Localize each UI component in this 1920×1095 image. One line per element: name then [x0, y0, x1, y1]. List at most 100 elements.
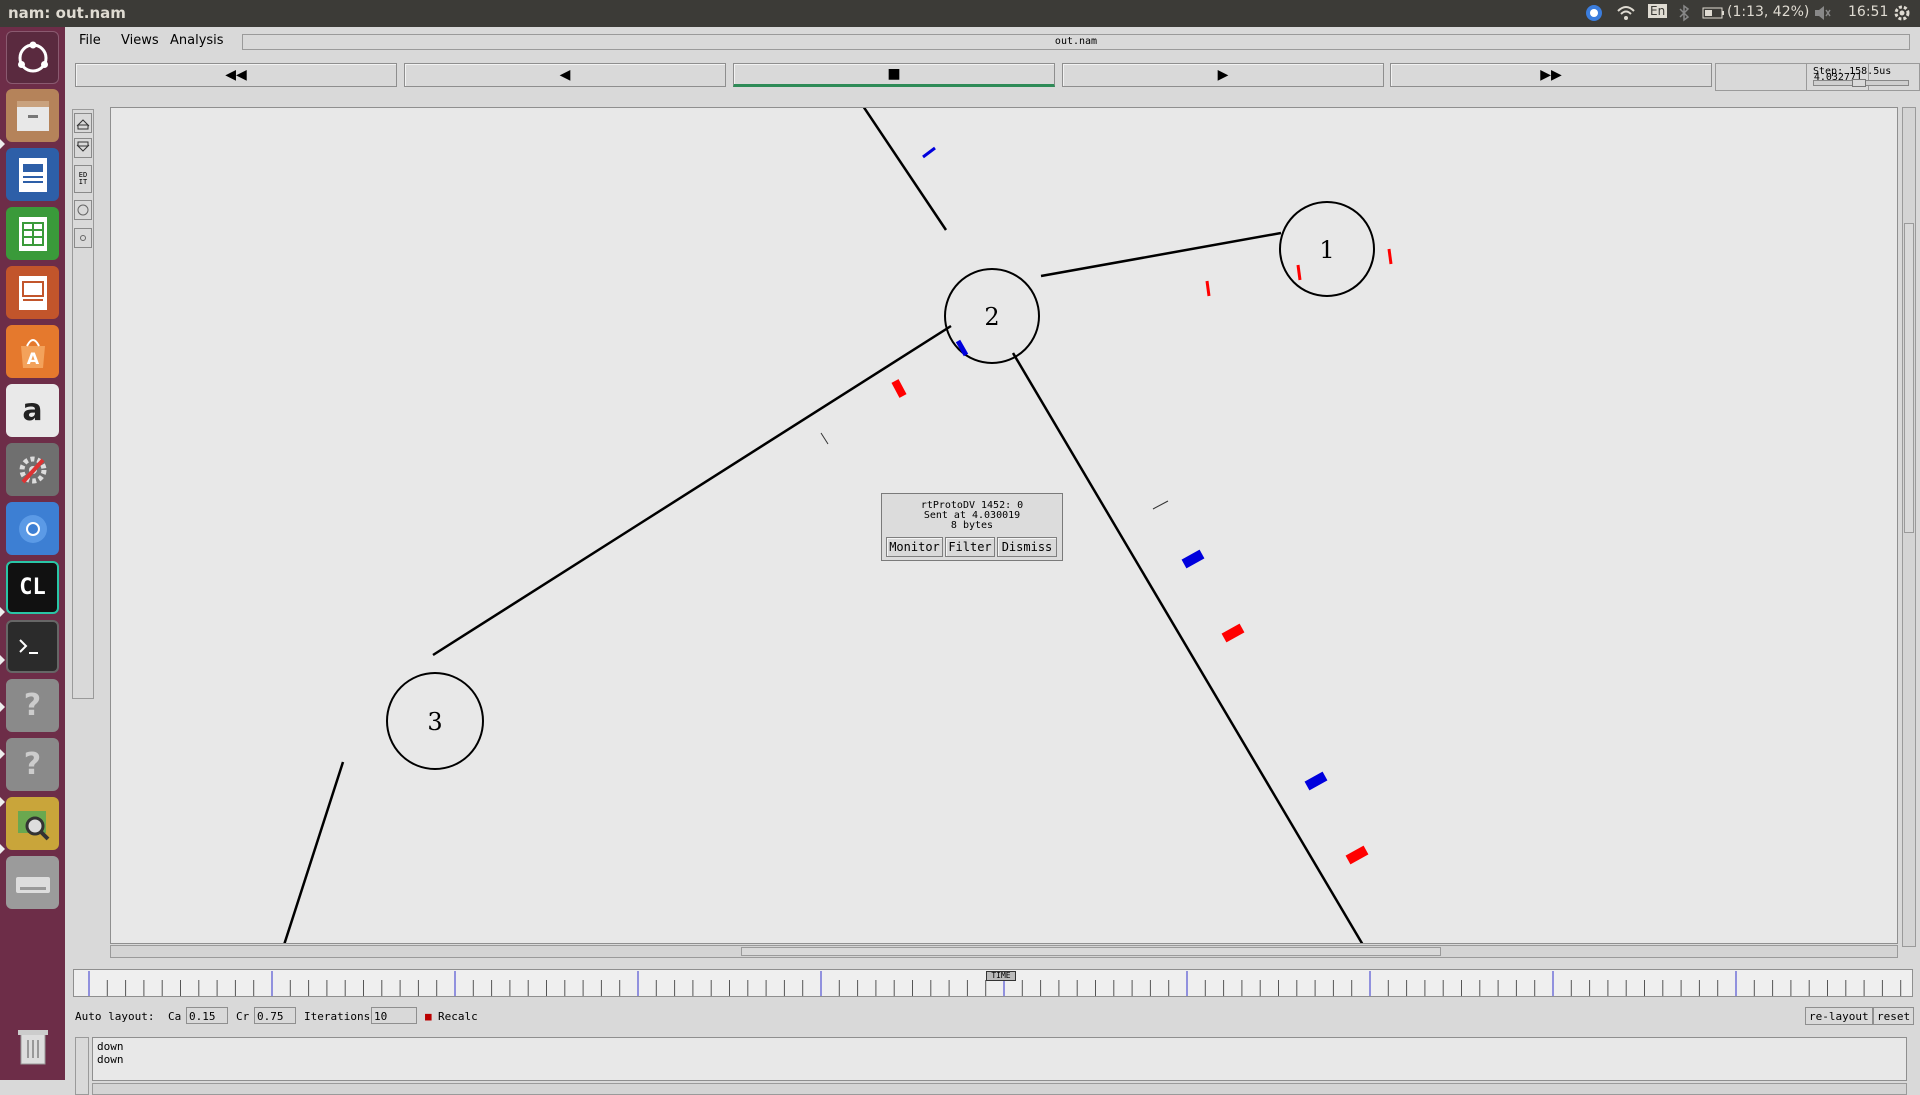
packet-blue[interactable] — [1304, 771, 1328, 791]
playback-controls: ◀◀ ◀ ■ ▶ ▶▶ 4.032771 Step: 158.5us — [65, 60, 1920, 91]
iterations-input[interactable]: 10 — [371, 1007, 417, 1024]
running-indicator — [0, 797, 5, 807]
clion-icon[interactable]: CL — [6, 561, 59, 614]
link-2-1[interactable] — [1040, 231, 1282, 278]
node-3[interactable]: 3 — [386, 672, 484, 770]
packet-blue[interactable] — [1181, 549, 1205, 569]
packet-blue[interactable] — [922, 146, 936, 159]
log-text-area[interactable]: down down — [92, 1037, 1907, 1081]
amazon-icon[interactable]: a — [6, 384, 59, 437]
step-slider-knob[interactable] — [1852, 79, 1866, 87]
running-indicator — [0, 607, 5, 617]
dismiss-button[interactable]: Dismiss — [997, 537, 1057, 557]
timeline-slider[interactable]: TIME — [73, 969, 1913, 997]
node-2[interactable]: 2 — [944, 268, 1040, 364]
running-indicator — [0, 844, 5, 854]
packet-red[interactable] — [1221, 623, 1245, 643]
ubuntu-dash-icon[interactable] — [6, 31, 59, 84]
trash-icon[interactable] — [6, 1020, 59, 1073]
filter-button[interactable]: Filter — [945, 537, 995, 557]
popup-line: 8 bytes — [950, 520, 994, 531]
cr-label: Cr — [236, 1010, 250, 1023]
node-label: 1 — [1319, 236, 1334, 264]
reset-button[interactable]: reset — [1873, 1007, 1915, 1025]
battery-icon[interactable] — [1702, 4, 1726, 26]
nam-window: File Views Analysis out.nam ◀◀ ◀ ■ ▶ ▶▶ … — [65, 27, 1920, 1095]
wifi-icon[interactable] — [1616, 4, 1636, 26]
unknown-app-icon[interactable]: ? — [6, 679, 59, 732]
calc-icon[interactable] — [6, 207, 59, 260]
node-label: 2 — [984, 303, 999, 331]
volume-muted-icon[interactable] — [1813, 4, 1831, 26]
recalc-checkbox[interactable]: ■ — [425, 1010, 432, 1023]
running-indicator — [0, 655, 5, 665]
relayout-button[interactable]: re-layout — [1805, 1007, 1873, 1025]
unknown-app-icon[interactable]: ? — [6, 738, 59, 791]
timeline-time-marker[interactable]: TIME — [986, 971, 1016, 981]
packet-black[interactable] — [1152, 500, 1169, 510]
menu-file[interactable]: File — [79, 33, 101, 48]
edit-button[interactable]: ED IT — [74, 165, 92, 193]
chromium-indicator-icon[interactable] — [1585, 4, 1603, 26]
play-button[interactable]: ▶ — [1062, 63, 1384, 87]
node-label: 3 — [427, 708, 442, 736]
canvas-vertical-scrollbar[interactable] — [1902, 107, 1916, 947]
step-back-button[interactable]: ◀ — [404, 63, 726, 87]
packet-red[interactable] — [1296, 264, 1302, 281]
link-2-bottom[interactable] — [1011, 352, 1364, 944]
system-settings-icon[interactable] — [6, 443, 59, 496]
link-2-3[interactable] — [432, 324, 952, 657]
packet-red[interactable] — [891, 379, 907, 398]
cr-input[interactable]: 0.75 — [254, 1007, 296, 1024]
stop-button[interactable]: ■ — [733, 63, 1055, 87]
terminal-icon[interactable] — [6, 620, 59, 673]
node-shape-icon[interactable] — [74, 200, 92, 220]
packet-info-popup: rtProtoDV 1452: 0 Sent at 4.030019 8 byt… — [881, 493, 1063, 561]
files-icon[interactable] — [6, 89, 59, 142]
running-indicator — [0, 139, 5, 149]
scroll-thumb[interactable] — [1904, 223, 1914, 533]
link-2-top[interactable] — [862, 108, 948, 231]
link-3-bottom[interactable] — [283, 761, 345, 944]
packet-red[interactable] — [1345, 845, 1369, 865]
impress-icon[interactable] — [6, 266, 59, 319]
packet-red[interactable] — [1205, 280, 1211, 297]
packet-red[interactable] — [1387, 248, 1393, 265]
zoom-out-icon[interactable] — [74, 138, 92, 158]
canvas-horizontal-scrollbar[interactable] — [110, 945, 1898, 958]
packet-blue[interactable] — [955, 339, 969, 357]
step-slider[interactable] — [1813, 79, 1909, 87]
auto-layout-bar: Auto layout: Ca 0.15 Cr 0.75 Iterations … — [75, 1007, 1920, 1027]
iterations-label: Iterations — [304, 1010, 371, 1023]
monitor-button[interactable]: Monitor — [886, 537, 943, 557]
scroll-thumb[interactable] — [741, 947, 1441, 956]
node-1[interactable]: 1 — [1279, 201, 1375, 297]
ca-label: Ca — [168, 1010, 182, 1023]
keyboard-layout-indicator[interactable]: En — [1648, 4, 1668, 18]
window-title: nam: out.nam — [8, 4, 126, 22]
fast-forward-button[interactable]: ▶▶ — [1390, 63, 1712, 87]
small-node-icon[interactable] — [74, 228, 92, 248]
running-indicator — [0, 702, 5, 712]
chromium-icon[interactable] — [6, 502, 59, 555]
zoom-in-icon[interactable] — [74, 113, 92, 133]
system-top-bar: nam: out.nam En (1:13, 42%) 16:51 — [0, 0, 1920, 27]
drive-icon[interactable] — [6, 856, 59, 909]
log-line: down — [97, 1053, 124, 1066]
menu-analysis[interactable]: Analysis — [170, 33, 224, 48]
menu-bar: File Views Analysis out.nam — [65, 27, 1920, 57]
ca-input[interactable]: 0.15 — [186, 1007, 228, 1024]
popup-text: rtProtoDV 1452: 0 Sent at 4.030019 8 byt… — [882, 501, 1062, 531]
clock[interactable]: 16:51 — [1848, 4, 1888, 20]
rewind-button[interactable]: ◀◀ — [75, 63, 397, 87]
writer-icon[interactable] — [6, 148, 59, 201]
software-center-icon[interactable]: A — [6, 325, 59, 378]
log-horizontal-scrollbar[interactable] — [92, 1083, 1907, 1095]
settings-gear-icon[interactable] — [1893, 4, 1911, 26]
log-vertical-scrollbar[interactable] — [75, 1037, 89, 1095]
menu-views[interactable]: Views — [121, 33, 159, 48]
packet-black[interactable] — [820, 432, 829, 445]
bluetooth-icon[interactable] — [1678, 4, 1690, 26]
image-viewer-icon[interactable] — [6, 797, 59, 850]
step-label: Step: 158.5us — [1813, 66, 1892, 77]
